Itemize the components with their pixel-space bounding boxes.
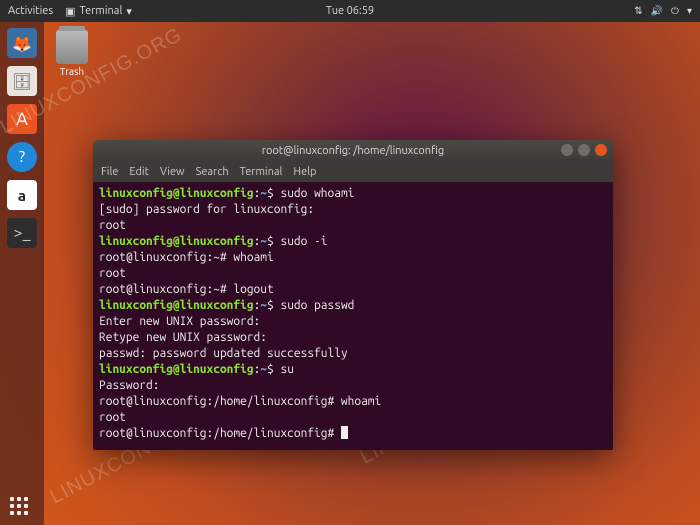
menu-search[interactable]: Search	[196, 166, 229, 178]
minimize-button[interactable]	[561, 144, 573, 156]
desktop: Activities ▣ Terminal ▾ Tue 06:59 ⇅ 🔊 ⏻ …	[0, 0, 700, 525]
cursor	[341, 426, 348, 439]
dock: 🦊 🗄 A ? a >_	[0, 22, 44, 525]
trash-label: Trash	[56, 66, 88, 77]
show-apps-button[interactable]	[10, 497, 28, 515]
terminal-line: Password:	[99, 378, 607, 394]
help-icon[interactable]: ?	[7, 142, 37, 172]
top-panel: Activities ▣ Terminal ▾ Tue 06:59 ⇅ 🔊 ⏻ …	[0, 0, 700, 22]
menu-terminal[interactable]: Terminal	[240, 166, 283, 178]
terminal-line: root@linuxconfig:/home/linuxconfig# whoa…	[99, 394, 607, 410]
terminal-line: root@linuxconfig:/home/linuxconfig#	[99, 426, 607, 442]
terminal-line: root	[99, 266, 607, 282]
maximize-button[interactable]	[578, 144, 590, 156]
app-menu[interactable]: ▣ Terminal ▾	[65, 5, 132, 18]
menu-edit[interactable]: Edit	[129, 166, 149, 178]
terminal-line: root@linuxconfig:~# logout	[99, 282, 607, 298]
terminal-line: passwd: password updated successfully	[99, 346, 607, 362]
power-icon[interactable]: ⏻	[671, 5, 679, 17]
terminal-icon: ▣	[65, 5, 75, 18]
terminal-body[interactable]: linuxconfig@linuxconfig:~$ sudo whoami[s…	[93, 182, 613, 450]
chevron-down-icon: ▾	[126, 5, 132, 18]
network-icon[interactable]: ⇅	[634, 5, 642, 17]
firefox-icon[interactable]: 🦊	[7, 28, 37, 58]
terminal-launcher-icon[interactable]: >_	[7, 218, 37, 248]
terminal-window[interactable]: root@linuxconfig: /home/linuxconfig File…	[93, 140, 613, 450]
activities-button[interactable]: Activities	[8, 5, 53, 17]
terminal-line: root	[99, 218, 607, 234]
terminal-line: linuxconfig@linuxconfig:~$ su	[99, 362, 607, 378]
terminal-line: Enter new UNIX password:	[99, 314, 607, 330]
files-icon[interactable]: 🗄	[7, 66, 37, 96]
trash-desktop-icon[interactable]: Trash	[56, 30, 88, 77]
terminal-line: linuxconfig@linuxconfig:~$ sudo -i	[99, 234, 607, 250]
close-button[interactable]	[595, 144, 607, 156]
terminal-line: Retype new UNIX password:	[99, 330, 607, 346]
window-title: root@linuxconfig: /home/linuxconfig	[262, 145, 444, 157]
terminal-line: root@linuxconfig:~# whoami	[99, 250, 607, 266]
menu-help[interactable]: Help	[293, 166, 316, 178]
menu-view[interactable]: View	[160, 166, 185, 178]
terminal-line: [sudo] password for linuxconfig:	[99, 202, 607, 218]
window-titlebar[interactable]: root@linuxconfig: /home/linuxconfig	[93, 140, 613, 162]
terminal-line: root	[99, 410, 607, 426]
app-menu-label: Terminal	[80, 5, 123, 17]
menu-file[interactable]: File	[101, 166, 118, 178]
clock[interactable]: Tue 06:59	[326, 5, 374, 17]
software-icon[interactable]: A	[7, 104, 37, 134]
chevron-down-icon[interactable]: ▾	[687, 5, 692, 17]
terminal-line: linuxconfig@linuxconfig:~$ sudo passwd	[99, 298, 607, 314]
terminal-line: linuxconfig@linuxconfig:~$ sudo whoami	[99, 186, 607, 202]
trash-icon	[56, 30, 88, 64]
amazon-icon[interactable]: a	[7, 180, 37, 210]
menubar: File Edit View Search Terminal Help	[93, 162, 613, 182]
sound-icon[interactable]: 🔊	[651, 5, 663, 17]
